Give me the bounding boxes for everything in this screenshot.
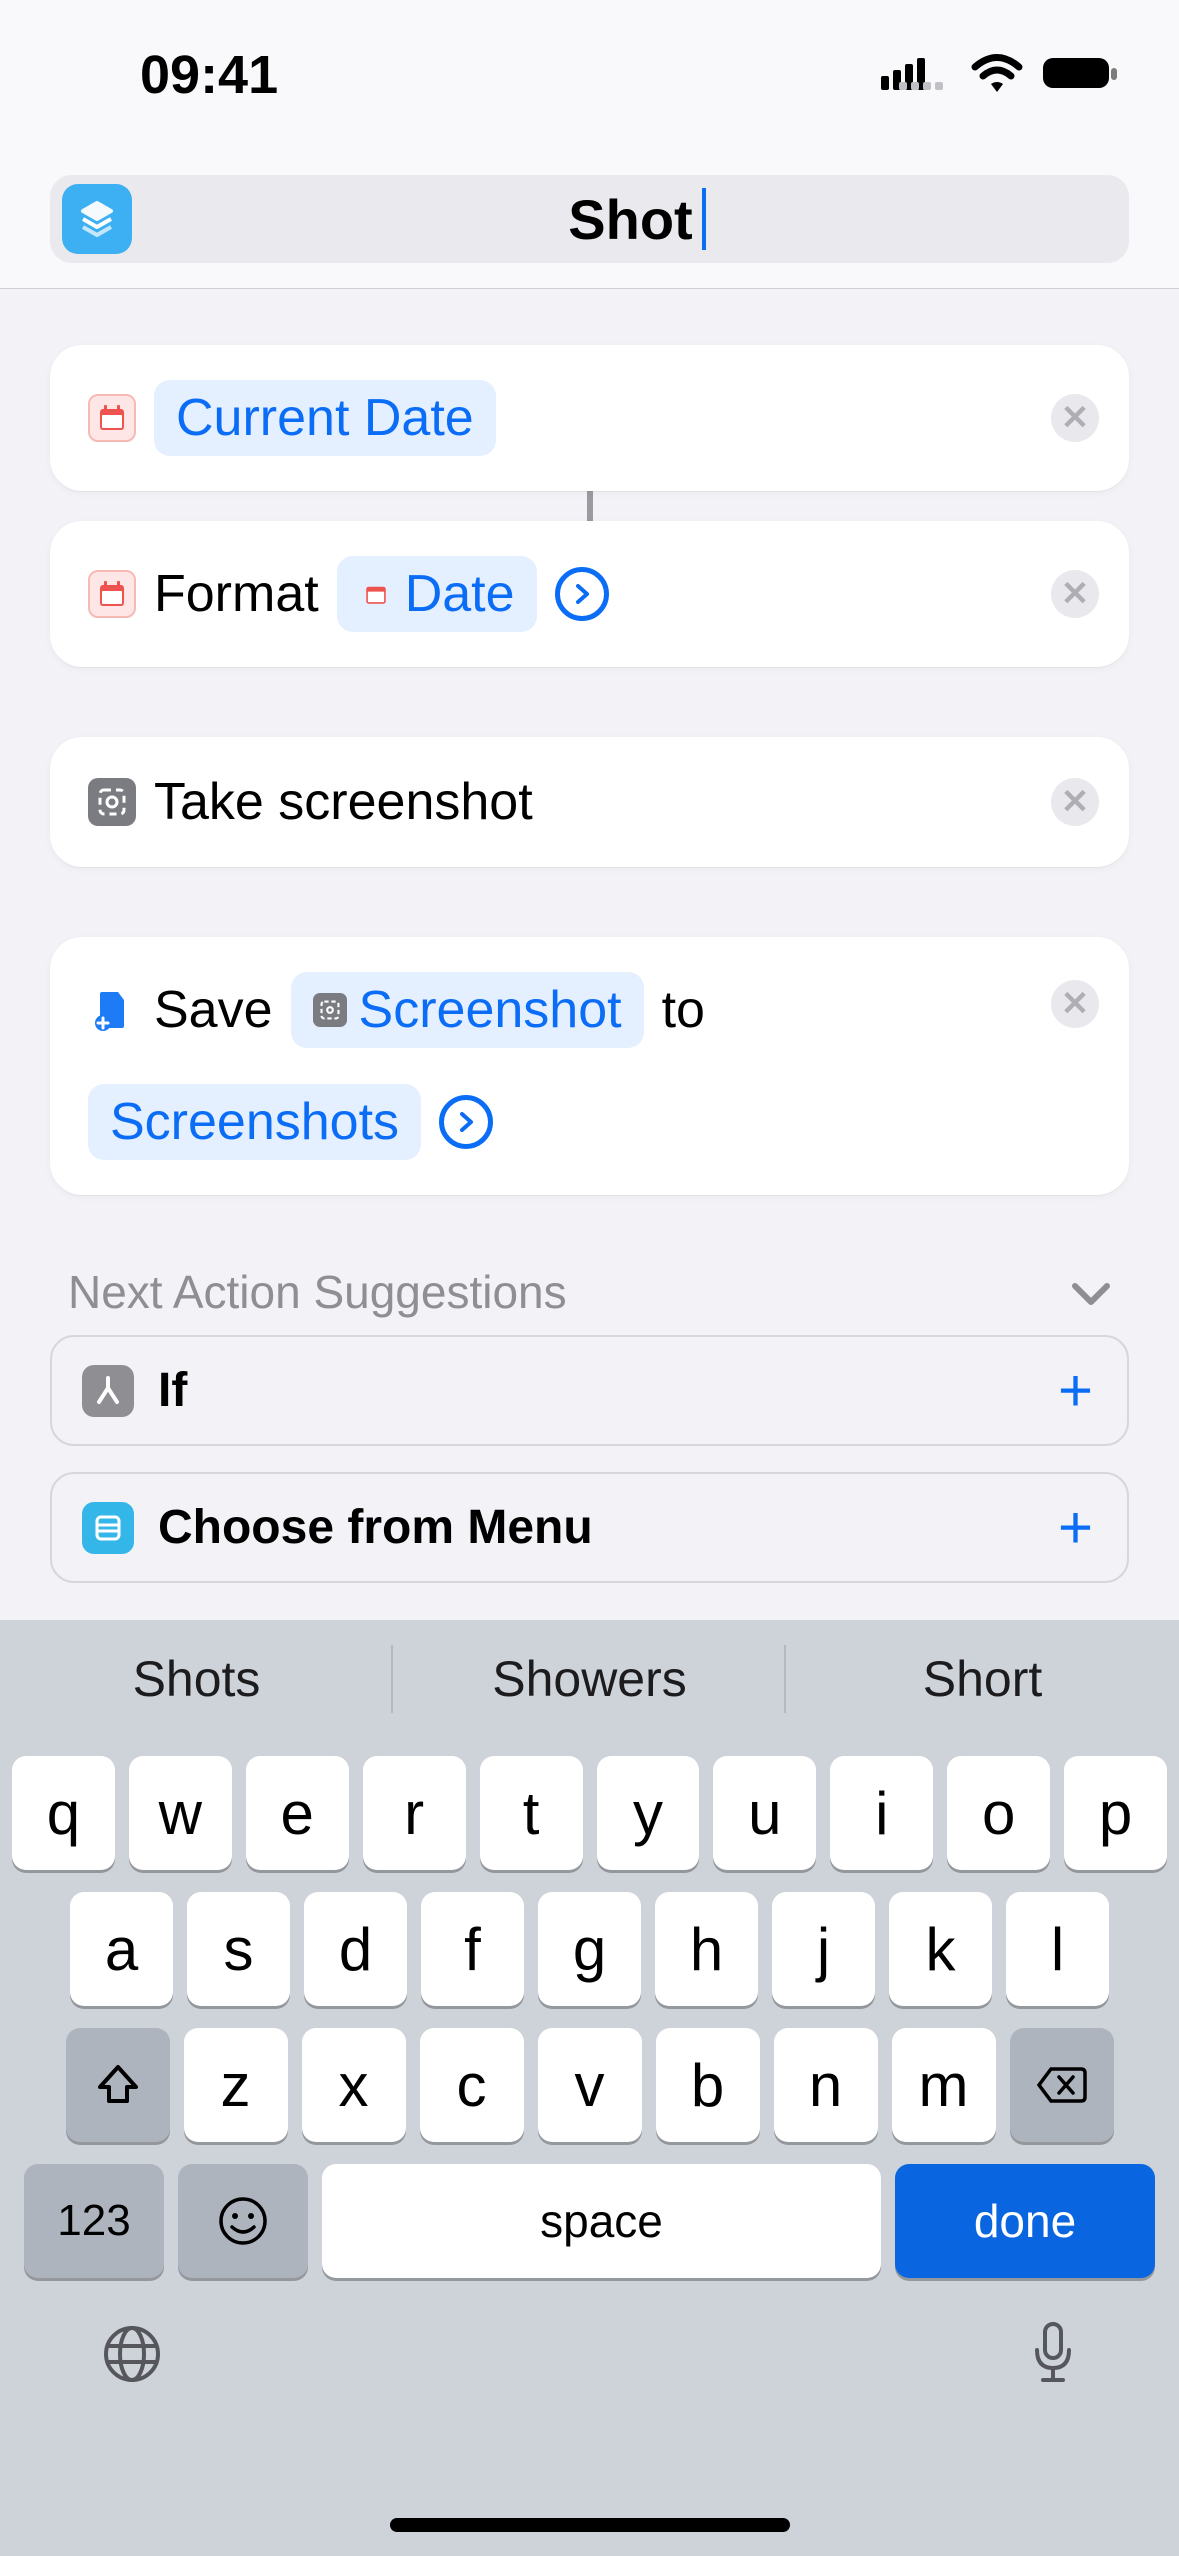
kb-key-o[interactable]: o (947, 1756, 1050, 1870)
calendar-icon (88, 570, 136, 618)
variable-current-date[interactable]: Current Date (154, 380, 496, 456)
calendar-icon (88, 394, 136, 442)
wifi-icon (971, 54, 1023, 97)
kb-key-c[interactable]: c (420, 2028, 524, 2142)
suggestion-menu[interactable]: Choose from Menu + (50, 1472, 1129, 1583)
kb-mode-key[interactable]: 123 (24, 2164, 164, 2278)
kb-shift-key[interactable] (66, 2028, 170, 2142)
keyboard: Shots Showers Short q w e r t y u i o p … (0, 1620, 1179, 2556)
keyboard-row: a s d f g h j k l (12, 1892, 1167, 2006)
keyboard-row: q w e r t y u i o p (12, 1756, 1167, 1870)
delete-action-button[interactable]: ✕ (1051, 778, 1099, 826)
shortcut-icon[interactable] (62, 184, 132, 254)
kb-key-d[interactable]: d (304, 1892, 407, 2006)
kb-key-f[interactable]: f (421, 1892, 524, 2006)
kb-key-a[interactable]: a (70, 1892, 173, 2006)
kb-key-k[interactable]: k (889, 1892, 992, 2006)
delete-action-button[interactable]: ✕ (1051, 570, 1099, 618)
kb-key-v[interactable]: v (538, 2028, 642, 2142)
screenshot-icon (313, 993, 347, 1027)
kb-key-e[interactable]: e (246, 1756, 349, 1870)
menu-icon (82, 1502, 134, 1554)
kb-key-r[interactable]: r (363, 1756, 466, 1870)
signal-dots-icon (899, 82, 953, 101)
kb-key-y[interactable]: y (597, 1756, 700, 1870)
delete-action-button[interactable]: ✕ (1051, 980, 1099, 1028)
kb-key-q[interactable]: q (12, 1756, 115, 1870)
status-time: 09:41 (140, 44, 278, 106)
chevron-down-icon (1071, 1265, 1111, 1319)
calendar-icon (359, 577, 393, 611)
action-save-file[interactable]: Save Screenshot to Screenshots ✕ (50, 937, 1129, 1195)
kb-key-b[interactable]: b (656, 2028, 760, 2142)
action-label: Take screenshot (154, 772, 533, 832)
kb-key-i[interactable]: i (830, 1756, 933, 1870)
kb-key-s[interactable]: s (187, 1892, 290, 2006)
kb-key-z[interactable]: z (184, 2028, 288, 2142)
variable-date[interactable]: Date (337, 556, 537, 632)
kb-key-w[interactable]: w (129, 1756, 232, 1870)
kb-suggestion[interactable]: Showers (393, 1620, 786, 1738)
kb-suggestion[interactable]: Short (786, 1620, 1179, 1738)
kb-key-j[interactable]: j (772, 1892, 875, 2006)
status-bar: 09:41 (0, 0, 1179, 150)
action-label: Format (154, 564, 319, 624)
keyboard-row: 123 space done (12, 2164, 1167, 2278)
file-save-icon (88, 986, 136, 1034)
delete-action-button[interactable]: ✕ (1051, 394, 1099, 442)
action-current-date[interactable]: Current Date ✕ (50, 345, 1129, 491)
expand-params-button[interactable] (555, 567, 609, 621)
home-indicator[interactable] (390, 2518, 790, 2532)
kb-key-l[interactable]: l (1006, 1892, 1109, 2006)
keyboard-footer (0, 2278, 1179, 2395)
kb-backspace-key[interactable] (1010, 2028, 1114, 2142)
add-suggestion-button[interactable]: + (1058, 1356, 1093, 1425)
connector-line (50, 491, 1129, 521)
action-format-date[interactable]: Format Date ✕ (50, 521, 1129, 667)
globe-icon[interactable] (100, 2322, 164, 2391)
action-label: Save (154, 980, 273, 1040)
suggestion-label: If (158, 1363, 187, 1418)
suggestion-label: Choose from Menu (158, 1500, 593, 1555)
kb-key-p[interactable]: p (1064, 1756, 1167, 1870)
text-cursor-icon (702, 188, 706, 250)
shortcut-name-input[interactable]: Shot (132, 187, 1129, 252)
variable-screenshot[interactable]: Screenshot (291, 972, 644, 1048)
keyboard-suggestions: Shots Showers Short (0, 1620, 1179, 1738)
action-take-screenshot[interactable]: Take screenshot ✕ (50, 737, 1129, 867)
suggestions-header[interactable]: Next Action Suggestions (50, 1225, 1129, 1335)
kb-key-t[interactable]: t (480, 1756, 583, 1870)
kb-key-x[interactable]: x (302, 2028, 406, 2142)
status-icons (881, 50, 1119, 101)
mic-icon[interactable] (1027, 2318, 1079, 2395)
add-suggestion-button[interactable]: + (1058, 1493, 1093, 1562)
variable-folder[interactable]: Screenshots (88, 1084, 421, 1160)
kb-key-h[interactable]: h (655, 1892, 758, 2006)
expand-params-button[interactable] (439, 1095, 493, 1149)
kb-key-n[interactable]: n (774, 2028, 878, 2142)
keyboard-row: z x c v b n m (12, 2028, 1167, 2142)
suggestion-if[interactable]: If + (50, 1335, 1129, 1446)
shortcut-title-field[interactable]: Shot (50, 175, 1129, 263)
screenshot-icon (88, 778, 136, 826)
kb-key-m[interactable]: m (892, 2028, 996, 2142)
kb-done-key[interactable]: done (895, 2164, 1155, 2278)
kb-key-u[interactable]: u (713, 1756, 816, 1870)
kb-space-key[interactable]: space (322, 2164, 881, 2278)
editor-header: Shot (0, 150, 1179, 289)
kb-key-g[interactable]: g (538, 1892, 641, 2006)
kb-suggestion[interactable]: Shots (0, 1620, 393, 1738)
battery-icon (1041, 54, 1119, 97)
kb-emoji-key[interactable] (178, 2164, 308, 2278)
action-label: to (662, 980, 705, 1040)
if-icon (82, 1365, 134, 1417)
